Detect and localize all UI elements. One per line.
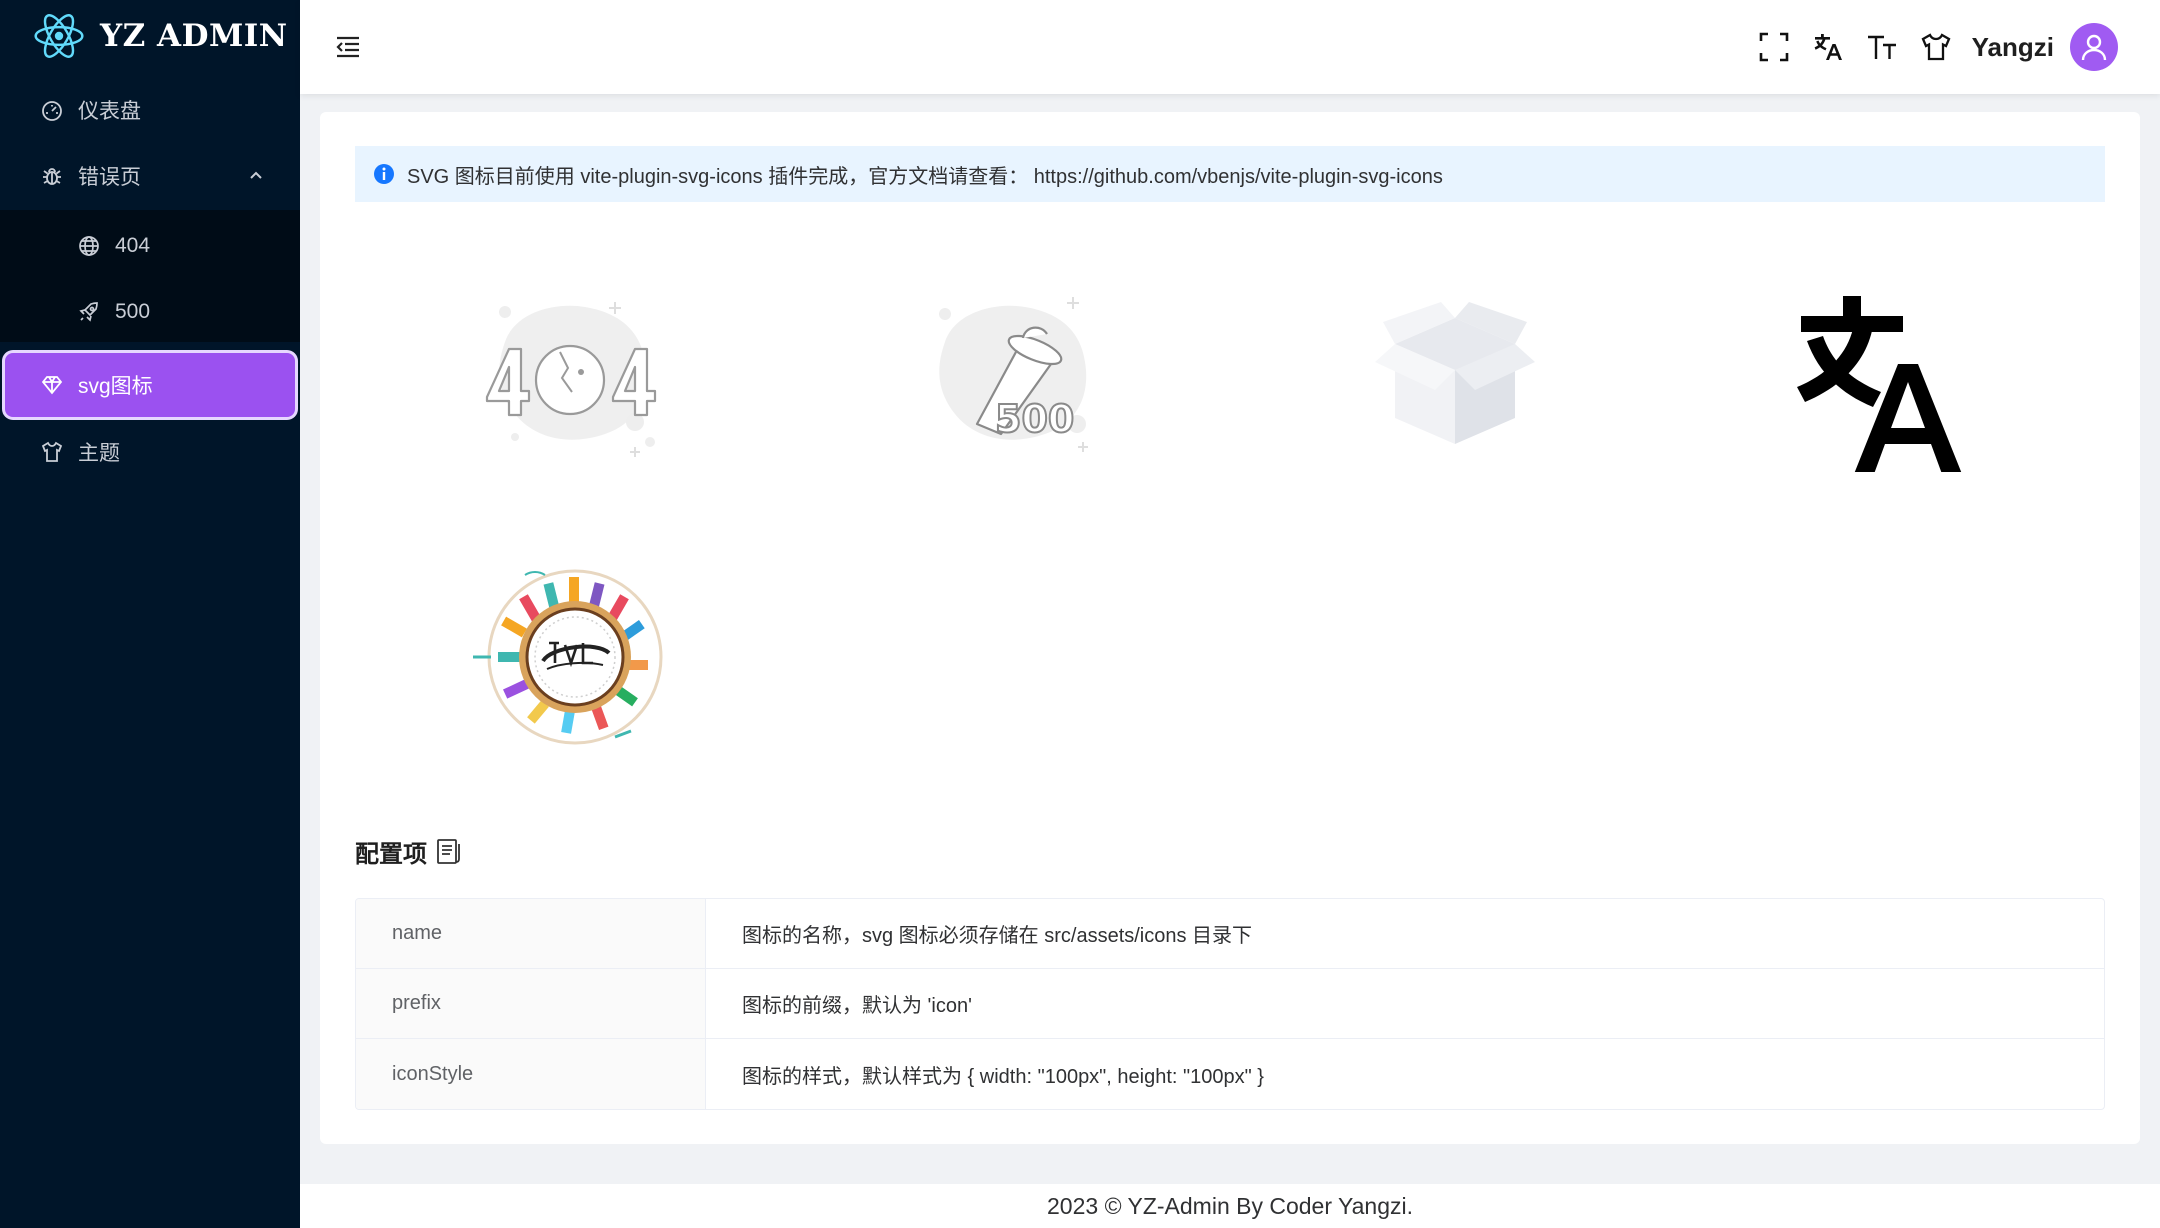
- sidebar-item-500[interactable]: 500: [0, 279, 300, 345]
- sidebar-item-label: 错误页: [78, 166, 141, 189]
- translate-large-icon: [1785, 272, 2005, 474]
- logo-text: YZ ADMIN: [100, 18, 288, 54]
- logo[interactable]: YZ ADMIN: [30, 8, 288, 64]
- top-header: Yangzi: [300, 0, 2160, 94]
- config-value: 图标的样式，默认样式为 { width: "100px", height: "1…: [742, 1065, 1264, 1088]
- sidebar-item-404[interactable]: 404: [0, 213, 300, 279]
- config-table: name 图标的名称，svg 图标必须存储在 src/assets/icons …: [355, 898, 2105, 1110]
- config-value: 图标的名称，svg 图标必须存储在 src/assets/icons 目录下: [742, 925, 1253, 947]
- sidebar-item-label: 主题: [78, 442, 120, 465]
- menu-fold-icon[interactable]: [334, 33, 362, 61]
- sidebar-item-dashboard[interactable]: 仪表盘: [0, 77, 300, 143]
- traveler-globe-icon: [465, 557, 685, 757]
- user-icon: [2081, 34, 2107, 61]
- sidebar-item-error-pages[interactable]: 错误页: [0, 143, 300, 209]
- table-row: name 图标的名称，svg 图标必须存储在 src/assets/icons …: [356, 899, 2104, 969]
- info-icon: [374, 164, 394, 184]
- alert-text: SVG 图标目前使用 vite-plugin-svg-icons 插件完成，官方…: [407, 165, 1443, 188]
- info-alert: SVG 图标目前使用 vite-plugin-svg-icons 插件完成，官方…: [355, 146, 2105, 202]
- rocket-icon: [77, 300, 101, 324]
- sidebar: YZ ADMIN 仪表盘 错误页 404 500 svg图标 主题: [0, 0, 300, 1228]
- sidebar-item-label: 500: [115, 300, 151, 323]
- table-row: prefix 图标的前缀，默认为 'icon': [356, 969, 2104, 1039]
- globe-icon: [77, 234, 101, 258]
- diamond-icon: [40, 373, 64, 397]
- sidebar-item-theme[interactable]: 主题: [0, 419, 300, 485]
- sidebar-item-label: svg图标: [78, 375, 153, 398]
- avatar[interactable]: [2070, 23, 2118, 71]
- font-size-icon[interactable]: [1864, 29, 1900, 65]
- empty-box-icon: [1345, 272, 1565, 472]
- sidebar-item-label: 仪表盘: [78, 100, 141, 123]
- translate-icon[interactable]: [1810, 29, 1846, 65]
- config-label: iconStyle: [356, 1039, 706, 1109]
- 500-illustration-icon: 500: [905, 272, 1125, 472]
- chevron-up-icon: [250, 171, 262, 179]
- 404-illustration-icon: [465, 272, 685, 472]
- shirt-icon: [40, 440, 64, 464]
- dashboard-icon: [40, 98, 64, 122]
- config-value: 图标的前缀，默认为 'icon': [742, 995, 972, 1017]
- sidebar-item-label: 404: [115, 234, 151, 257]
- sidebar-item-svg-icons[interactable]: svg图标: [5, 353, 295, 417]
- document-icon: [437, 838, 460, 864]
- config-title-text: 配置项: [355, 841, 427, 868]
- table-row: iconStyle 图标的样式，默认样式为 { width: "100px", …: [356, 1039, 2104, 1109]
- bug-icon: [40, 164, 64, 188]
- theme-shirt-icon[interactable]: [1918, 29, 1954, 65]
- config-label: prefix: [356, 969, 706, 1038]
- header-tools: Yangzi: [1738, 0, 2118, 94]
- react-logo-icon: [34, 14, 84, 58]
- footer-text: 2023 © YZ-Admin By Coder Yangzi.: [1047, 1192, 1413, 1219]
- config-section-title: 配置项: [355, 834, 461, 869]
- config-label: name: [356, 899, 706, 968]
- username[interactable]: Yangzi: [1972, 32, 2054, 63]
- fullscreen-icon[interactable]: [1756, 29, 1792, 65]
- main-card: SVG 图标目前使用 vite-plugin-svg-icons 插件完成，官方…: [320, 112, 2140, 1144]
- svg-text:500: 500: [995, 397, 1074, 441]
- footer: 2023 © YZ-Admin By Coder Yangzi.: [300, 1184, 2160, 1228]
